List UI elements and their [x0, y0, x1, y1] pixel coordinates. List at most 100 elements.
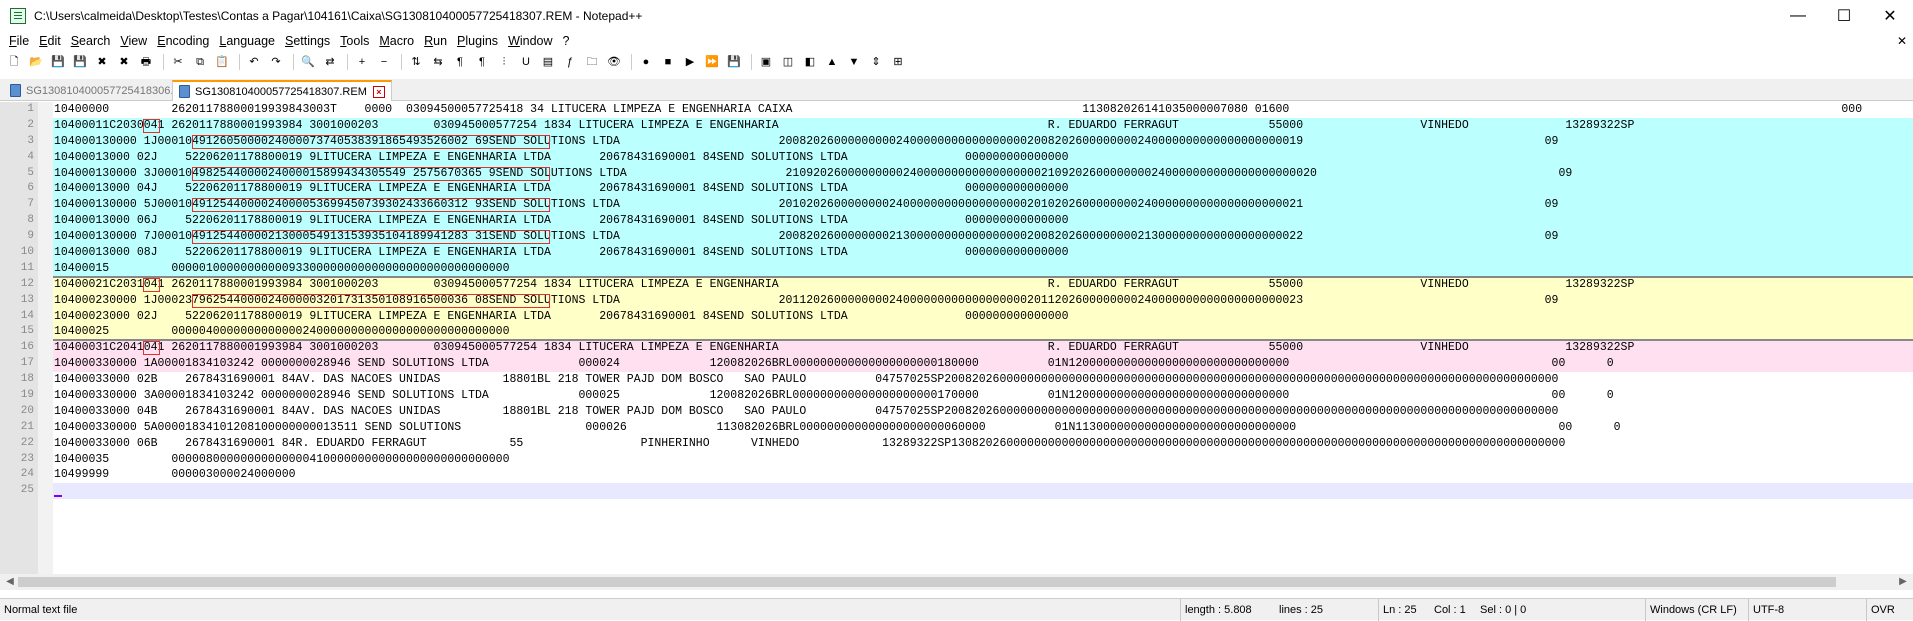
sync-v-icon[interactable]: ⇅: [407, 53, 425, 71]
menu-macro[interactable]: Macro: [374, 31, 419, 51]
menu-window[interactable]: Window: [503, 31, 557, 51]
paste-icon[interactable]: 📋: [213, 53, 231, 71]
editor-line[interactable]: 11 10400015 00000100000000000933000000000…: [0, 260, 1913, 277]
editor-line[interactable]: 4 10400013000 02J 52206201178800019 9LITU…: [0, 149, 1913, 166]
replace-icon[interactable]: ⇄: [321, 53, 339, 71]
editor-line[interactable]: 14 10400023000 02J 52206201178800019 9LIT…: [0, 308, 1913, 325]
play-icon[interactable]: ▶: [681, 53, 699, 71]
line-number: 10: [20, 246, 34, 259]
toolbar-separator: [631, 54, 633, 70]
close-tab-icon[interactable]: ×: [372, 85, 385, 98]
sync-h-icon[interactable]: ⇆: [429, 53, 447, 71]
all-chars-icon[interactable]: ¶: [473, 53, 491, 71]
close-window-button[interactable]: ✕: [1867, 0, 1913, 31]
save-macro-icon[interactable]: 💾: [725, 53, 743, 71]
scroll-left-icon[interactable]: ◀: [2, 574, 18, 590]
function-list-icon[interactable]: ƒ: [561, 53, 579, 71]
word-wrap-icon[interactable]: ¶: [451, 53, 469, 71]
editor-line[interactable]: 2 10400011C2030041 2620117880001993984 30…: [0, 117, 1913, 134]
menu-language[interactable]: Language: [214, 31, 280, 51]
move-up-icon[interactable]: ▲: [823, 53, 841, 71]
monitor-icon[interactable]: 👁: [605, 53, 623, 71]
copy-icon[interactable]: ⧉: [191, 53, 209, 71]
editor-line[interactable]: 25: [0, 483, 1913, 500]
horizontal-scrollbar[interactable]: ◀ ▶: [0, 574, 1913, 590]
doc-map-icon[interactable]: ▤: [539, 53, 557, 71]
code-lines: 1 10400000 26201178800019939843003T 0000 …: [0, 102, 1913, 500]
line-number: 9: [27, 230, 34, 243]
editor-line[interactable]: 9 104000130000 7J000104912544000021300054…: [0, 229, 1913, 246]
menu-view[interactable]: View: [115, 31, 152, 51]
undo-icon[interactable]: ↶: [245, 53, 263, 71]
sort-icon[interactable]: ⇕: [867, 53, 885, 71]
status-eol[interactable]: Windows (CR LF): [1645, 599, 1737, 621]
menu-file[interactable]: File: [4, 31, 34, 51]
editor[interactable]: 1 10400000 26201178800019939843003T 0000 …: [0, 102, 1913, 574]
editor-line[interactable]: 17 104000330000 1A00001834103242 00000000…: [0, 356, 1913, 373]
stop-icon[interactable]: ■: [659, 53, 677, 71]
status-encoding[interactable]: UTF-8: [1748, 599, 1784, 621]
editor-line[interactable]: 18 10400033000 02B 2678431690001 84AV. DA…: [0, 372, 1913, 388]
menu-help[interactable]: ?: [558, 31, 575, 51]
scrollbar-thumb[interactable]: [18, 577, 1836, 587]
close-all-icon[interactable]: ✖: [115, 53, 133, 71]
tree-icon[interactable]: ⊞: [889, 53, 907, 71]
editor-line[interactable]: 21 104000330000 5A00001834101208100000000…: [0, 420, 1913, 436]
zoom-in-icon[interactable]: +: [353, 53, 371, 71]
editor-line[interactable]: 19 104000330000 3A00001834103242 00000000…: [0, 388, 1913, 404]
editor-line[interactable]: 15 10400025 00000400000000000002400000000…: [0, 324, 1913, 341]
menu-run[interactable]: Run: [419, 31, 452, 51]
line-number: 24: [20, 468, 34, 481]
maximize-button[interactable]: ☐: [1821, 0, 1867, 31]
close-icon[interactable]: ✖: [93, 53, 111, 71]
udl-icon[interactable]: U: [517, 53, 535, 71]
toolbar-separator: [293, 54, 295, 70]
record-icon[interactable]: ●: [637, 53, 655, 71]
line-text: 10400013000 06J 52206201178800019 9LITUC…: [54, 214, 1069, 228]
open-file-icon[interactable]: 📂: [27, 53, 45, 71]
menu-tools[interactable]: Tools: [335, 31, 374, 51]
scroll-right-icon[interactable]: ▶: [1895, 574, 1911, 590]
editor-line[interactable]: 7 104000130000 5J000104912544000024000053…: [0, 197, 1913, 214]
editor-line[interactable]: 24 10499999 000003000024000000: [0, 467, 1913, 483]
editor-line[interactable]: 20 10400033000 04B 2678431690001 84AV. DA…: [0, 404, 1913, 420]
zoom-out-icon[interactable]: −: [375, 53, 393, 71]
minimize-button[interactable]: —: [1775, 0, 1821, 31]
launch-icon[interactable]: ▣: [757, 53, 775, 71]
indent-guide-icon[interactable]: ⫶: [495, 53, 513, 71]
folder-workspace-icon[interactable]: 🗀: [583, 53, 601, 71]
split-icon[interactable]: ◫: [779, 53, 797, 71]
menu-settings[interactable]: Settings: [280, 31, 335, 51]
editor-line[interactable]: 23 10400035 00000800000000000000410000000…: [0, 452, 1913, 468]
close-document-icon[interactable]: ✕: [1897, 31, 1907, 51]
move-down-icon[interactable]: ▼: [845, 53, 863, 71]
line-number: 1: [27, 103, 34, 115]
tab-active-file[interactable]: SG130810400057725418307.REM ×: [172, 80, 392, 101]
tab-bar: SG130810400057725418306.REM SG13081040005…: [0, 79, 1913, 101]
new-file-icon[interactable]: 🗋: [5, 53, 23, 71]
redo-icon[interactable]: ↷: [267, 53, 285, 71]
play-multi-icon[interactable]: ⏩: [703, 53, 721, 71]
find-icon[interactable]: 🔍: [299, 53, 317, 71]
line-text: 10499999 000003000024000000: [54, 468, 296, 482]
menu-encoding[interactable]: Encoding: [152, 31, 214, 51]
line-number: 17: [20, 357, 34, 370]
cut-icon[interactable]: ✂: [169, 53, 187, 71]
editor-line[interactable]: 12 10400021C2031041 2620117880001993984 3…: [0, 276, 1913, 293]
save-icon[interactable]: 💾: [49, 53, 67, 71]
menu-plugins[interactable]: Plugins: [452, 31, 503, 51]
editor-line[interactable]: 5 104000130000 3J000104982544000024000015…: [0, 165, 1913, 182]
editor-line[interactable]: 6 10400013000 04J 52206201178800019 9LITU…: [0, 181, 1913, 198]
editor-line[interactable]: 13 104000230000 1J00023796254400002400000…: [0, 292, 1913, 309]
editor-line[interactable]: 10 10400013000 08J 52206201178800019 9LIT…: [0, 245, 1913, 261]
menu-edit[interactable]: Edit: [34, 31, 66, 51]
editor-line[interactable]: 16 10400031C2041041 2620117880001993984 3…: [0, 340, 1913, 357]
editor-line[interactable]: 8 10400013000 06J 52206201178800019 9LITU…: [0, 213, 1913, 230]
editor-line[interactable]: 22 10400033000 06B 2678431690001 84R. EDU…: [0, 436, 1913, 452]
compare-icon[interactable]: ◧: [801, 53, 819, 71]
editor-line[interactable]: 1 10400000 26201178800019939843003T 0000 …: [0, 102, 1913, 118]
print-icon[interactable]: 🖶: [137, 53, 155, 71]
save-all-icon[interactable]: 💾: [71, 53, 89, 71]
menu-search[interactable]: Search: [66, 31, 116, 51]
editor-line[interactable]: 3 104000130000 1J000104912605000024000073…: [0, 133, 1913, 150]
